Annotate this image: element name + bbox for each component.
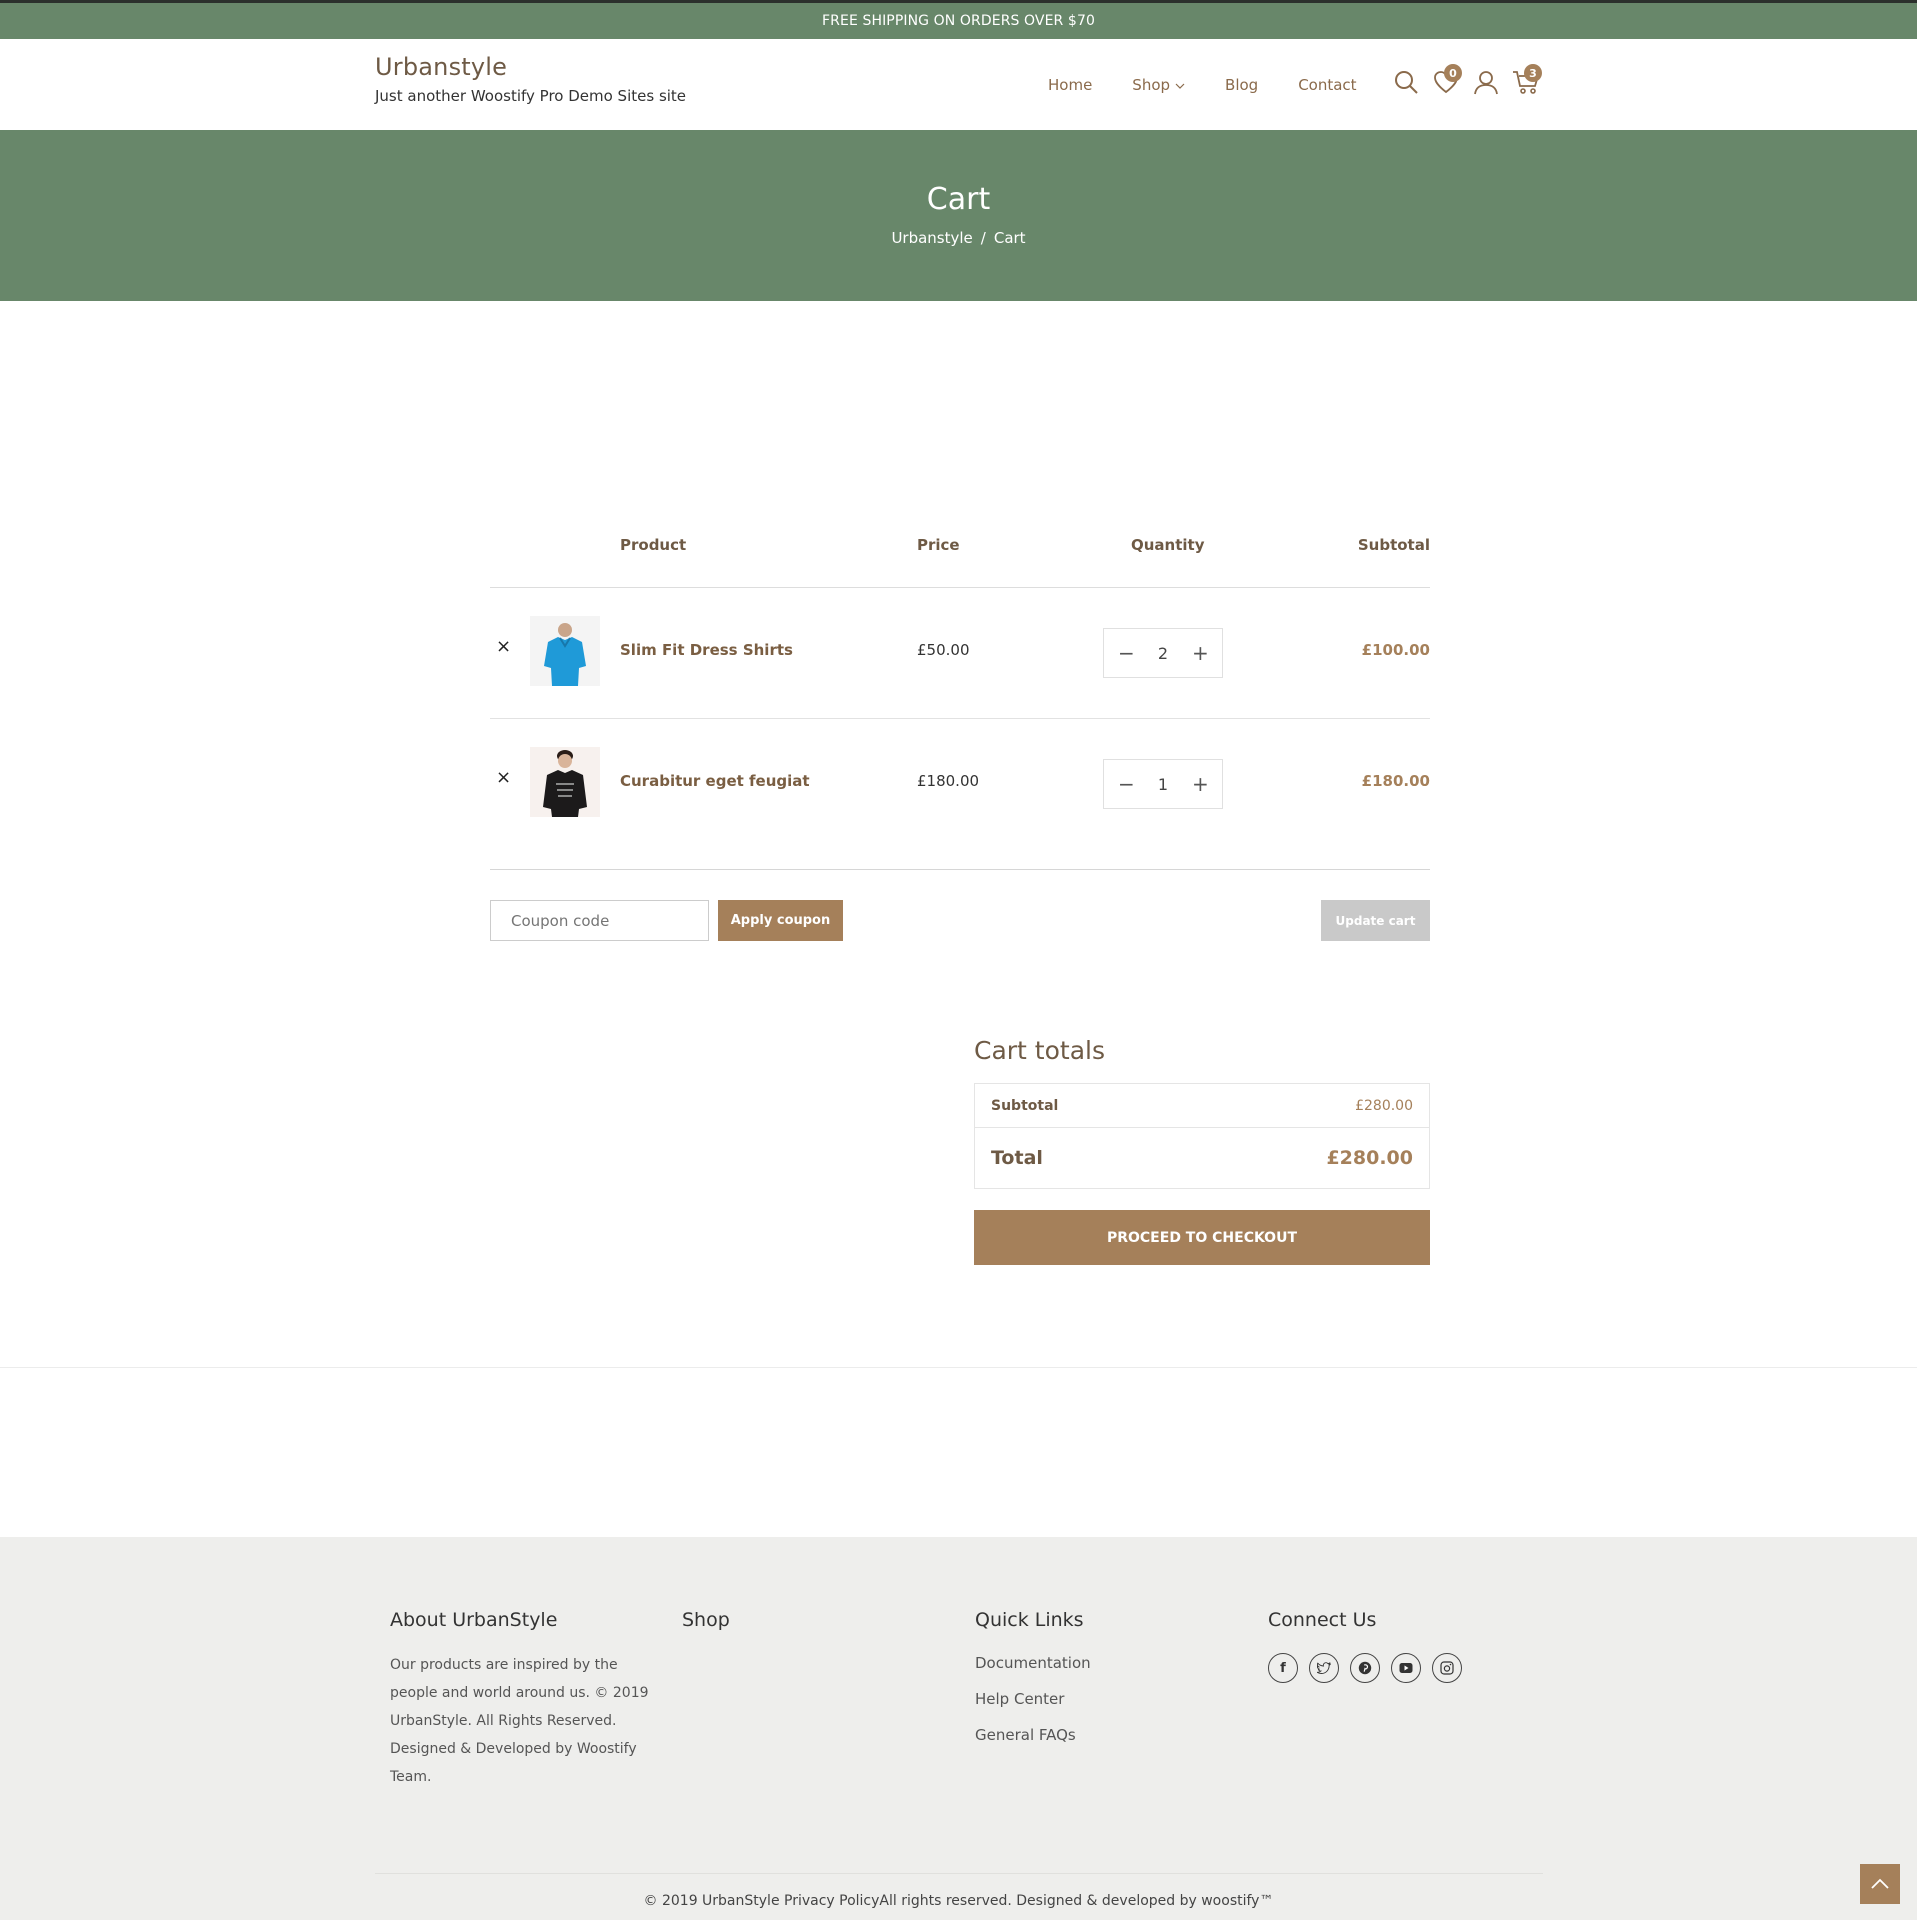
cart-item-row: × Slim Fit Dress Shirts £50.00 − 2 + £10… — [490, 588, 1430, 719]
cart-icon[interactable]: 3 — [1506, 64, 1546, 99]
apply-coupon-button[interactable]: Apply coupon — [718, 900, 843, 941]
nav-home[interactable]: Home — [1048, 76, 1092, 94]
footer-divider — [375, 1873, 1543, 1874]
footer-about-title: About UrbanStyle — [390, 1609, 558, 1631]
subtotal-label: Subtotal — [991, 1097, 1059, 1114]
footer-about: About UrbanStyle Our products are inspir… — [390, 1609, 660, 1791]
product-name[interactable]: Slim Fit Dress Shirts — [620, 641, 793, 659]
facebook-icon[interactable]: f — [1268, 1653, 1298, 1683]
nav-blog[interactable]: Blog — [1225, 76, 1258, 94]
footer-connect: Connect Us f — [1268, 1609, 1473, 1683]
product-name[interactable]: Curabitur eget feugiat — [620, 772, 810, 790]
cart-totals: Cart totals Subtotal £280.00 Total £280.… — [974, 1036, 1430, 1265]
remove-item-icon[interactable]: × — [496, 636, 511, 657]
footer-quick-links: Quick Links Documentation Help Center Ge… — [975, 1609, 1091, 1761]
cart-count-badge: 3 — [1524, 64, 1542, 82]
total-label: Total — [991, 1147, 1043, 1169]
announcement-text: FREE SHIPPING ON ORDERS OVER $70 — [822, 13, 1095, 29]
youtube-icon[interactable] — [1391, 1653, 1421, 1683]
totals-table: Subtotal £280.00 Total £280.00 — [974, 1083, 1430, 1189]
page-hero: Cart Urbanstyle / Cart — [0, 130, 1917, 301]
section-divider — [0, 1367, 1917, 1368]
nav-shop[interactable]: Shop — [1132, 76, 1185, 94]
header-subtotal: Subtotal — [1357, 536, 1430, 554]
footer-connect-title: Connect Us — [1268, 1609, 1377, 1631]
quantity-decrease-button[interactable]: − — [1118, 641, 1135, 665]
social-links: f — [1268, 1653, 1473, 1683]
item-subtotal: £100.00 — [1361, 641, 1430, 659]
coupon-code-input[interactable] — [490, 900, 709, 941]
breadcrumb-current: Cart — [993, 229, 1026, 247]
product-price: £50.00 — [917, 641, 970, 659]
scroll-to-top-button[interactable] — [1860, 1864, 1900, 1904]
total-value: £280.00 — [1326, 1147, 1413, 1169]
cart-actions: Apply coupon Update cart — [490, 900, 1430, 942]
quantity-input[interactable]: 1 — [1158, 775, 1168, 794]
header-quantity: Quantity — [1131, 536, 1205, 554]
cart-totals-heading: Cart totals — [974, 1036, 1105, 1065]
announcement-bar: FREE SHIPPING ON ORDERS OVER $70 — [0, 0, 1917, 39]
header-price: Price — [917, 536, 960, 554]
search-icon[interactable] — [1386, 65, 1426, 99]
wishlist-icon[interactable]: 0 — [1426, 64, 1466, 99]
quantity-increase-button[interactable]: + — [1192, 641, 1209, 665]
footer-quick-links-title: Quick Links — [975, 1609, 1084, 1631]
total-row: Total £280.00 — [975, 1128, 1429, 1188]
footer-copyright: © 2019 UrbanStyle Privacy PolicyAll righ… — [643, 1893, 1274, 1909]
wishlist-count-badge: 0 — [1444, 64, 1462, 82]
site-header: Urbanstyle Just another Woostify Pro Dem… — [0, 39, 1917, 130]
product-price: £180.00 — [917, 772, 980, 790]
breadcrumb-home[interactable]: Urbanstyle — [891, 229, 972, 247]
remove-item-icon[interactable]: × — [496, 767, 511, 788]
cart-table-header: Product Price Quantity Subtotal — [490, 530, 1430, 588]
cart-table: Product Price Quantity Subtotal × Slim F… — [490, 530, 1430, 870]
account-icon[interactable] — [1466, 65, 1506, 99]
quantity-stepper: − 2 + — [1103, 628, 1223, 678]
site-footer: About UrbanStyle Our products are inspir… — [0, 1537, 1917, 1920]
footer-link-help-center[interactable]: Help Center — [975, 1689, 1091, 1709]
quantity-decrease-button[interactable]: − — [1118, 772, 1135, 796]
quantity-increase-button[interactable]: + — [1192, 772, 1209, 796]
site-title[interactable]: Urbanstyle — [375, 53, 686, 81]
nav-contact-label: Contact — [1298, 76, 1357, 94]
header-product: Product — [620, 536, 687, 554]
site-tagline: Just another Woostify Pro Demo Sites sit… — [375, 87, 687, 105]
chevron-down-icon — [1175, 79, 1185, 92]
twitter-icon[interactable] — [1309, 1653, 1339, 1683]
footer-shop-title: Shop — [682, 1609, 730, 1631]
breadcrumb: Urbanstyle / Cart — [0, 229, 1917, 247]
proceed-to-checkout-button[interactable]: PROCEED TO CHECKOUT — [974, 1210, 1430, 1265]
nav-shop-label: Shop — [1132, 76, 1171, 94]
footer-about-text: Our products are inspired by the people … — [390, 1657, 649, 1785]
pinterest-icon[interactable] — [1350, 1653, 1380, 1683]
chevron-up-icon — [1871, 1878, 1889, 1889]
footer-shop: Shop — [682, 1609, 730, 1631]
subtotal-value: £280.00 — [1355, 1097, 1413, 1114]
breadcrumb-separator: / — [980, 229, 986, 247]
subtotal-row: Subtotal £280.00 — [975, 1084, 1429, 1128]
instagram-icon[interactable] — [1432, 1653, 1462, 1683]
nav-contact[interactable]: Contact — [1298, 76, 1356, 94]
nav-home-label: Home — [1048, 76, 1093, 94]
brand[interactable]: Urbanstyle Just another Woostify Pro Dem… — [375, 53, 686, 105]
header-icons: 0 3 — [1386, 64, 1546, 99]
quantity-stepper: − 1 + — [1103, 759, 1223, 809]
update-cart-button[interactable]: Update cart — [1321, 900, 1430, 941]
footer-link-documentation[interactable]: Documentation — [975, 1653, 1091, 1673]
quantity-input[interactable]: 2 — [1158, 644, 1168, 663]
nav-blog-label: Blog — [1225, 76, 1259, 94]
product-thumbnail[interactable] — [530, 616, 600, 686]
page-title: Cart — [926, 182, 991, 217]
main-nav: Home Shop Blog Contact — [1048, 76, 1397, 94]
product-thumbnail[interactable] — [530, 747, 600, 817]
footer-link-faqs[interactable]: General FAQs — [975, 1725, 1091, 1745]
cart-item-row: × Curabitur eget feugiat £180.00 − 1 + £… — [490, 719, 1430, 870]
item-subtotal: £180.00 — [1361, 772, 1430, 790]
